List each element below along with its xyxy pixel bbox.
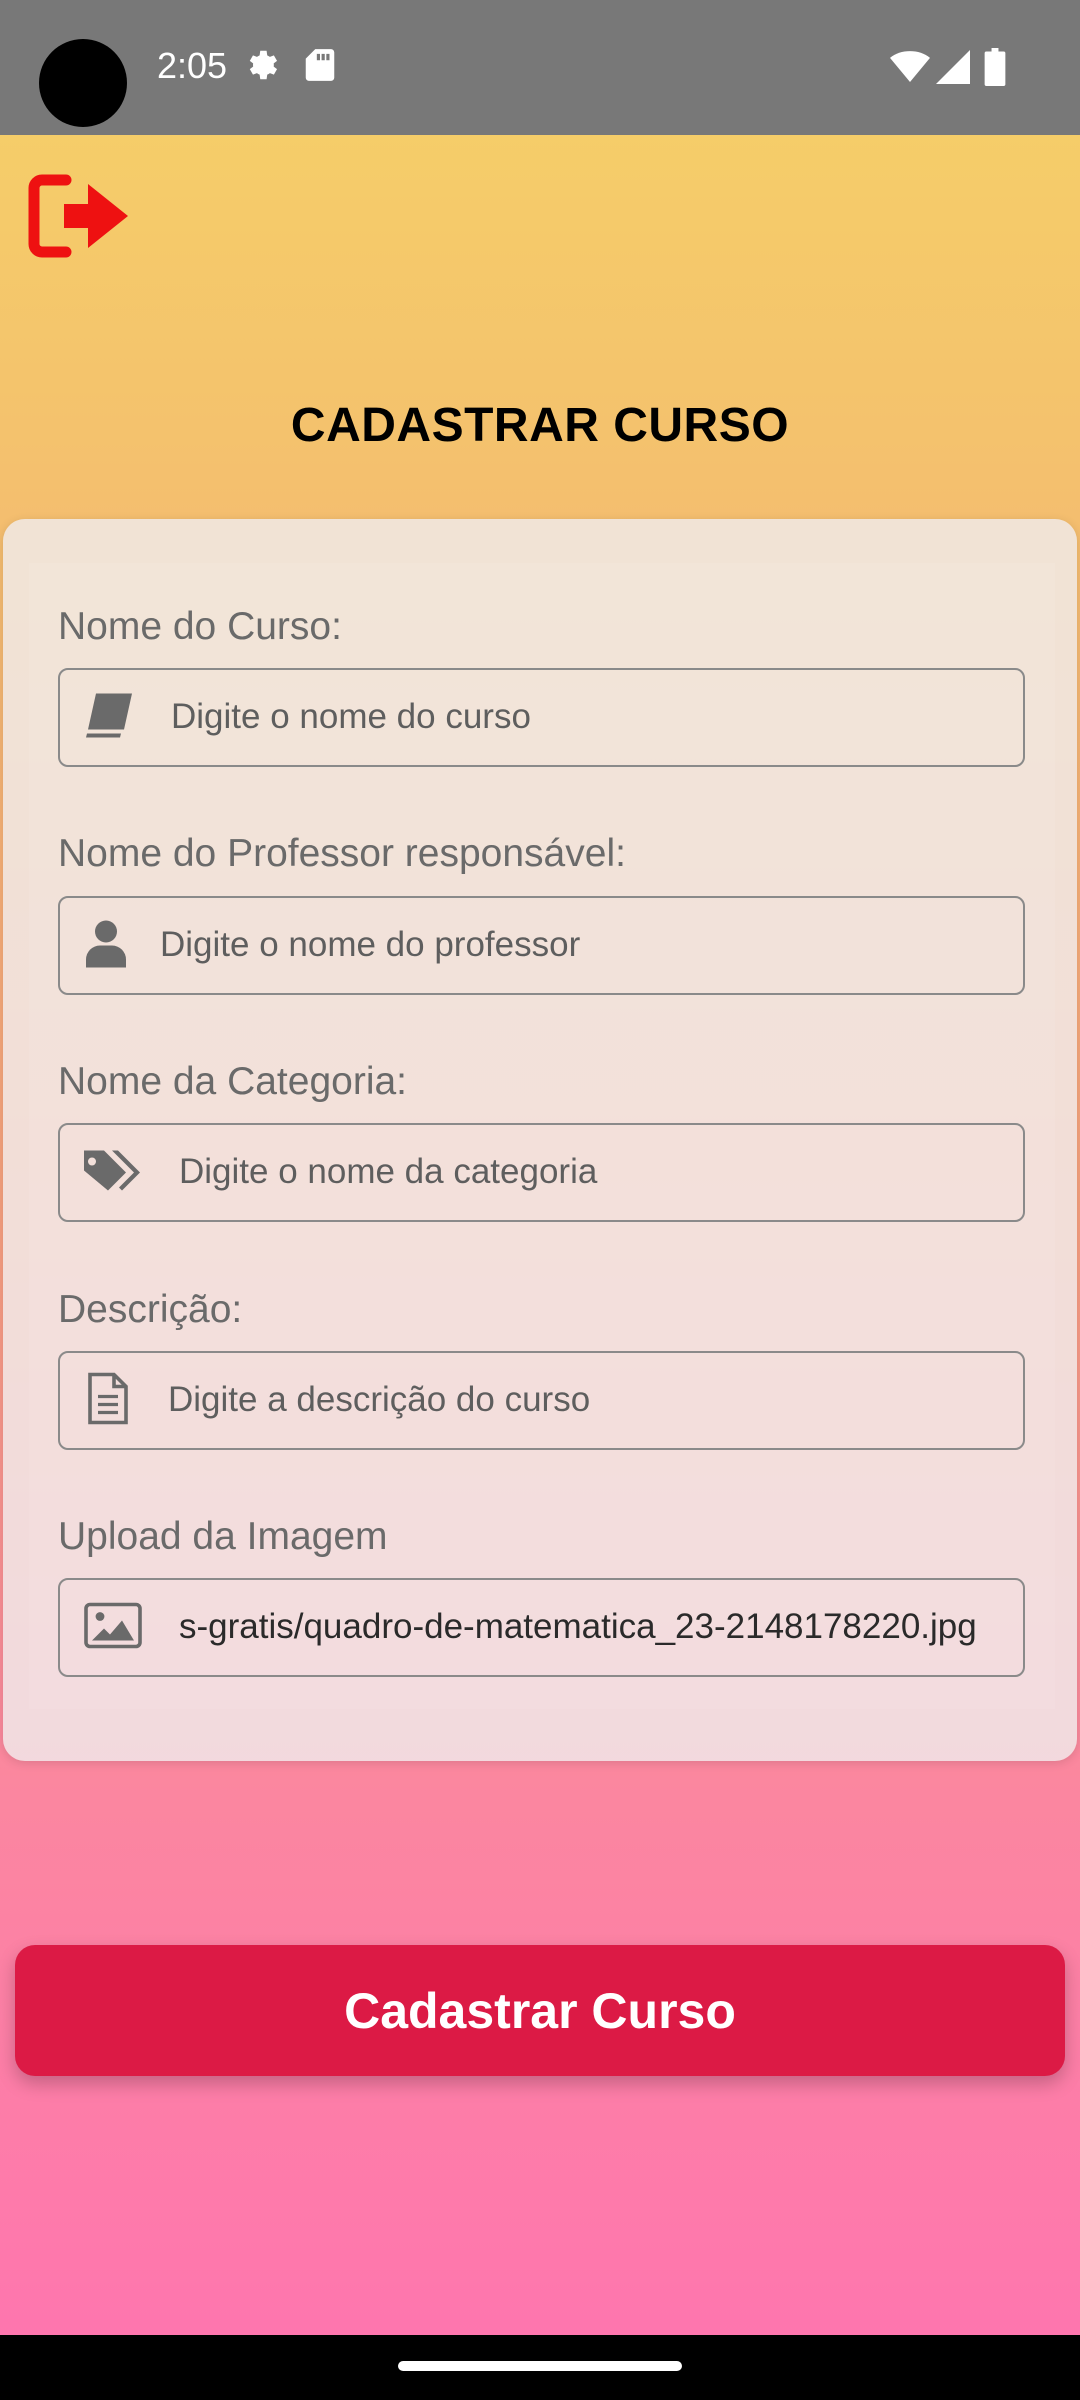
course-name-field[interactable]: Digite o nome do curso [58,668,1025,767]
image-upload-input[interactable]: s-gratis/quadro-de-matematica_23-2148178… [179,1580,1013,1674]
page-title: CADASTRAR CURSO [290,399,790,452]
document-icon [86,1372,130,1429]
category-name-input[interactable]: Digite o nome da categoria [179,1125,1003,1219]
sd-card-icon [303,46,337,89]
description-field[interactable]: Digite a descrição do curso [58,1351,1025,1450]
tags-icon [82,1146,142,1199]
description-label: Descrição: [58,1288,243,1331]
description-input[interactable]: Digite a descrição do curso [168,1353,1003,1447]
status-bar: 2:05 [0,0,1080,135]
image-upload-label: Upload da Imagem [58,1515,388,1558]
submit-course-button[interactable]: Cadastrar Curso [15,1945,1065,2076]
course-name-label: Nome do Curso: [58,605,342,648]
app-screen: 2:05 CADASTRAR CURSO Nome do Curso: Digi… [0,0,1080,2400]
logout-icon[interactable] [26,170,134,262]
teacher-name-label: Nome do Professor responsável: [58,832,626,875]
status-time: 2:05 [157,45,228,86]
signal-icon [936,50,970,89]
camera-cutout [39,39,127,127]
image-upload-field[interactable]: s-gratis/quadro-de-matematica_23-2148178… [58,1578,1025,1677]
image-icon [84,1602,142,1653]
category-name-label: Nome da Categoria: [58,1060,408,1103]
settings-icon [243,46,281,89]
form-card: Nome do Curso: Digite o nome do curso No… [3,519,1077,1761]
course-name-input[interactable]: Digite o nome do curso [171,670,1003,764]
teacher-name-field[interactable]: Digite o nome do professor [58,896,1025,995]
wifi-icon [890,50,930,89]
user-icon [86,919,126,972]
battery-icon [984,48,1006,91]
teacher-name-input[interactable]: Digite o nome do professor [160,898,1003,992]
navigation-bar [0,2335,1080,2400]
book-icon [84,691,136,744]
home-indicator[interactable] [398,2361,682,2371]
category-name-field[interactable]: Digite o nome da categoria [58,1123,1025,1222]
